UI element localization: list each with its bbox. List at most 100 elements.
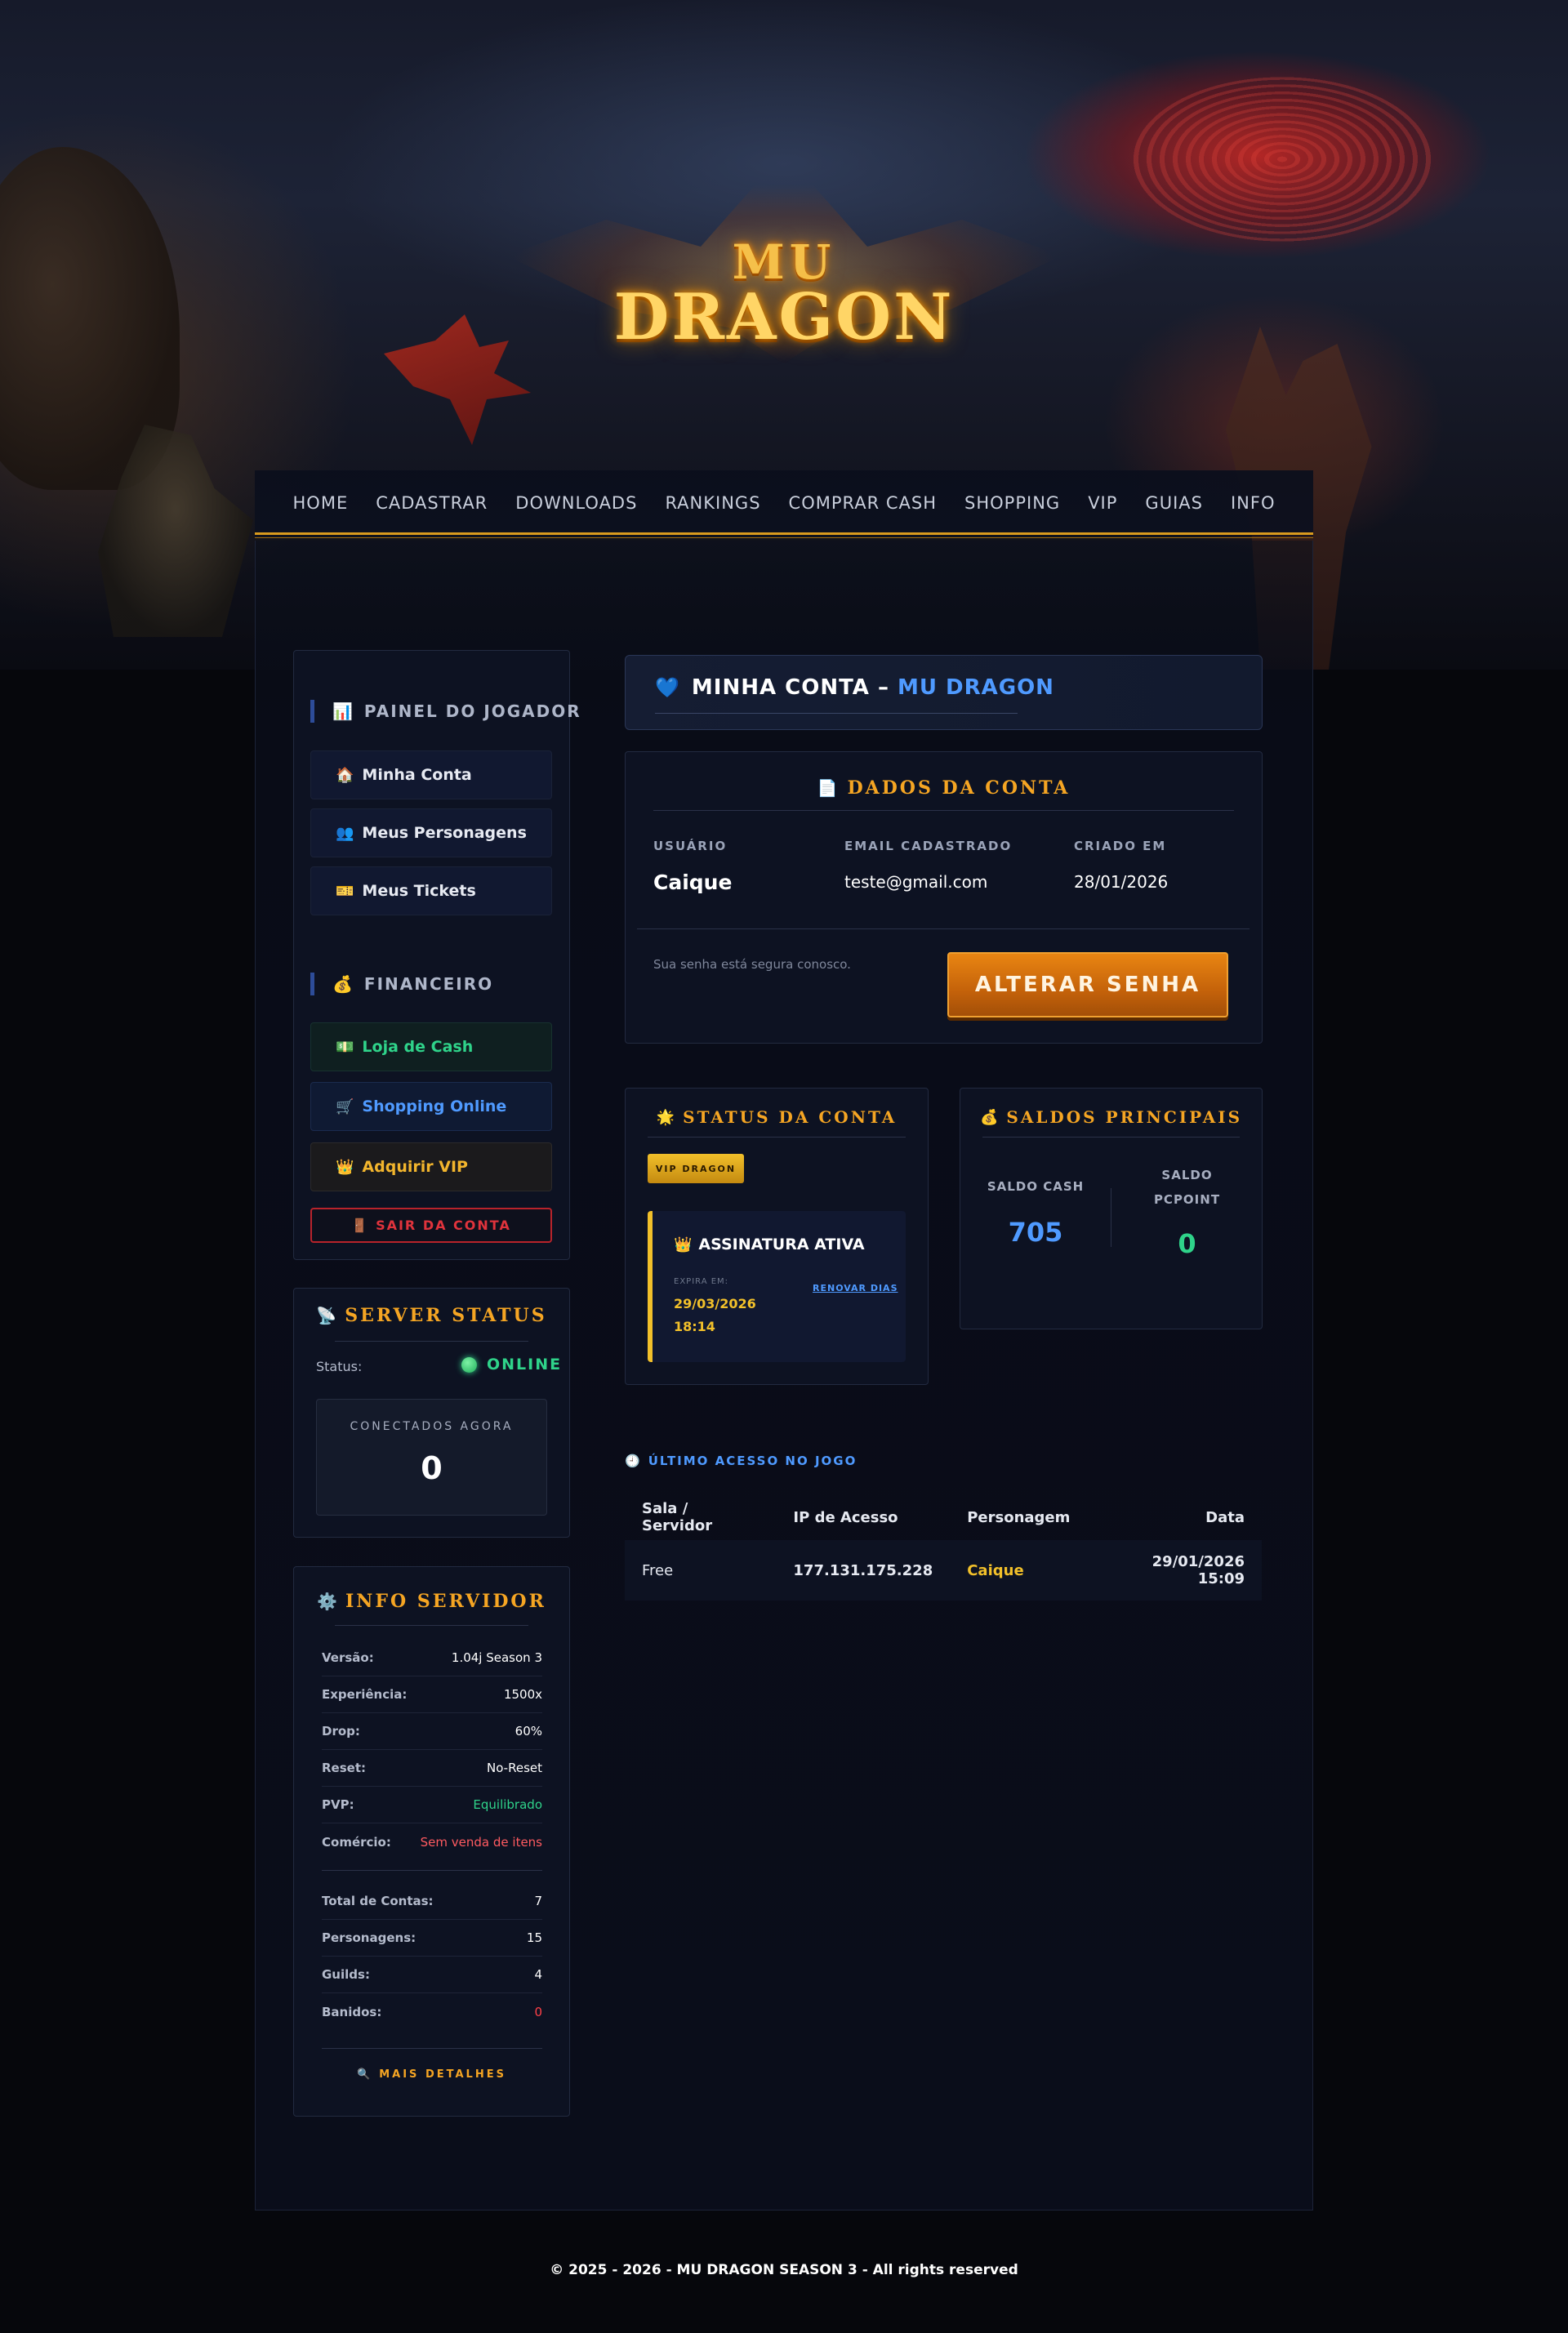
info-value: Equilibrado xyxy=(473,1797,542,1812)
sidebar-item-shopping-online[interactable]: 🛒 Shopping Online xyxy=(310,1082,552,1131)
heart-icon: 💙 xyxy=(655,676,680,699)
email-value: teste@gmail.com xyxy=(844,872,988,892)
crown-icon: 👑 xyxy=(674,1236,693,1253)
criado-value: 28/01/2026 xyxy=(1074,872,1169,892)
stat-row-guilds: Guilds: 4 xyxy=(322,1957,542,1993)
saldos-heading: 💰 SALDOS PRINCIPAIS xyxy=(960,1107,1263,1127)
stat-value: 7 xyxy=(534,1894,542,1908)
sidebar-item-adquirir-vip[interactable]: 👑 Adquirir VIP xyxy=(310,1142,552,1191)
expira-time: 18:14 xyxy=(674,1319,715,1334)
nav-rankings[interactable]: RANKINGS xyxy=(651,493,774,513)
clock-icon: 🕘 xyxy=(625,1454,642,1468)
ticket-icon: 🎫 xyxy=(336,882,354,900)
sidebar-item-meus-tickets[interactable]: 🎫 Meus Tickets xyxy=(310,866,552,915)
stat-value: 4 xyxy=(534,1967,542,1982)
stat-row-contas: Total de Contas: 7 xyxy=(322,1883,542,1920)
info-value: 60% xyxy=(514,1724,542,1739)
heading-accent-bar xyxy=(310,700,314,723)
col-ip: IP de Acesso xyxy=(793,1508,898,1526)
saldo-cash-label: SALDO CASH xyxy=(987,1179,1085,1194)
saldo-pcpoint-value: 0 xyxy=(1178,1228,1196,1259)
sidebar-item-label: Shopping Online xyxy=(362,1097,507,1115)
painel-title: PAINEL DO JOGADOR xyxy=(363,701,581,721)
dados-conta-title: DADOS DA CONTA xyxy=(847,777,1071,799)
logout-label: SAIR DA CONTA xyxy=(376,1218,511,1233)
sidebar-item-label: Adquirir VIP xyxy=(362,1158,468,1176)
account-header-title: 💙 MINHA CONTA – MU DRAGON xyxy=(655,675,1054,700)
sidebar-item-meus-personagens[interactable]: 👥 Meus Personagens xyxy=(310,808,552,857)
divider xyxy=(648,1137,906,1138)
info-key: Drop: xyxy=(322,1724,360,1739)
vortex-decoration xyxy=(1127,73,1437,245)
cell-data: 29/01/2026 15:09 xyxy=(1087,1540,1262,1601)
stat-key: Total de Contas: xyxy=(322,1894,434,1908)
main-nav: HOME CADASTRAR DOWNLOADS RANKINGS COMPRA… xyxy=(255,470,1313,536)
vip-badge: VIP DRAGON xyxy=(648,1154,744,1183)
home-icon: 🏠 xyxy=(336,766,354,784)
door-icon: 🚪 xyxy=(351,1218,370,1233)
satellite-icon: 📡 xyxy=(316,1306,337,1325)
info-key: Experiência: xyxy=(322,1687,408,1702)
mais-detalhes-label: MAIS DETALHES xyxy=(379,2068,506,2081)
title-prefix: MINHA CONTA – xyxy=(691,675,889,700)
saldo-pcpoint-label-2: PCPOINT xyxy=(1153,1192,1221,1207)
saldo-pcpoint-label-1: SALDO xyxy=(1161,1168,1213,1182)
info-key: Comércio: xyxy=(322,1834,391,1850)
cell-ip: 177.131.175.228 xyxy=(776,1540,951,1601)
mais-detalhes-link[interactable]: 🔍 MAIS DETALHES xyxy=(293,2068,570,2081)
site-logo[interactable]: MU DRAGON xyxy=(506,159,1062,404)
alterar-senha-button[interactable]: ALTERAR SENHA xyxy=(947,952,1228,1017)
status-online-badge: ONLINE xyxy=(461,1356,562,1374)
nav-cadastrar[interactable]: CADASTRAR xyxy=(362,493,501,513)
connected-value: 0 xyxy=(421,1450,443,1486)
sidebar-item-label: Meus Personagens xyxy=(362,824,527,842)
nav-shopping[interactable]: SHOPPING xyxy=(951,493,1074,513)
financeiro-title: FINANCEIRO xyxy=(363,974,494,994)
crown-icon: 👑 xyxy=(336,1158,354,1176)
magnifier-icon: 🔍 xyxy=(357,2068,373,2081)
nav-guias[interactable]: GUIAS xyxy=(1131,493,1217,513)
server-status-title: SERVER STATUS xyxy=(345,1305,547,1326)
criado-label: CRIADO EM xyxy=(1074,839,1167,853)
sidebar-item-label: Minha Conta xyxy=(362,766,472,784)
money-bag-icon: 💰 xyxy=(332,974,354,994)
nav-downloads[interactable]: DOWNLOADS xyxy=(501,493,651,513)
status-label: Status: xyxy=(316,1359,363,1374)
info-key: PVP: xyxy=(322,1797,354,1812)
divider xyxy=(322,2048,542,2049)
connected-box: CONECTADOS AGORA 0 xyxy=(316,1399,547,1516)
logo-text-mu: MU xyxy=(732,234,836,290)
info-key: Versão: xyxy=(322,1650,374,1665)
info-value: 1500x xyxy=(503,1687,542,1702)
col-sala: Sala / Servidor xyxy=(642,1500,713,1534)
divider xyxy=(653,810,1234,811)
logout-button[interactable]: 🚪 SAIR DA CONTA xyxy=(310,1208,552,1243)
heading-accent-bar xyxy=(310,973,314,995)
info-value: No-Reset xyxy=(487,1761,542,1775)
info-row-comercio: Comércio: Sem venda de itens xyxy=(322,1823,542,1860)
assinatura-label: ASSINATURA ATIVA xyxy=(698,1236,865,1253)
star-icon: 🌟 xyxy=(656,1108,675,1126)
info-row-versao: Versão: 1.04j Season 3 xyxy=(322,1640,542,1676)
nav-info[interactable]: INFO xyxy=(1217,493,1290,513)
nav-comprar-cash[interactable]: COMPRAR CASH xyxy=(775,493,951,513)
nav-home[interactable]: HOME xyxy=(279,493,363,513)
nav-vip[interactable]: VIP xyxy=(1074,493,1131,513)
online-dot-icon xyxy=(461,1356,477,1373)
info-value: Sem venda de itens xyxy=(420,1834,542,1850)
stat-key: Banidos: xyxy=(322,2004,382,2019)
sidebar-item-minha-conta[interactable]: 🏠 Minha Conta xyxy=(310,750,552,799)
senha-note: Sua senha está segura conosco. xyxy=(653,957,851,972)
cash-icon: 💵 xyxy=(336,1038,354,1056)
assinatura-heading: 👑 ASSINATURA ATIVA xyxy=(674,1236,865,1253)
ultimo-acesso-heading: 🕘 ÚLTIMO ACESSO NO JOGO xyxy=(625,1454,857,1468)
usuario-value: Caique xyxy=(653,870,733,894)
sidebar-item-label: Loja de Cash xyxy=(362,1038,474,1056)
status-conta-title: STATUS DA CONTA xyxy=(683,1107,898,1127)
renovar-dias-link[interactable]: RENOVAR DIAS xyxy=(813,1283,898,1293)
gear-icon: ⚙️ xyxy=(317,1592,337,1611)
ultimo-acesso-title: ÚLTIMO ACESSO NO JOGO xyxy=(648,1454,858,1468)
sidebar-item-loja-cash[interactable]: 💵 Loja de Cash xyxy=(310,1022,552,1071)
expira-label: EXPIRA EM: xyxy=(674,1277,729,1286)
table-row: Free 177.131.175.228 Caique 29/01/2026 1… xyxy=(625,1540,1262,1601)
